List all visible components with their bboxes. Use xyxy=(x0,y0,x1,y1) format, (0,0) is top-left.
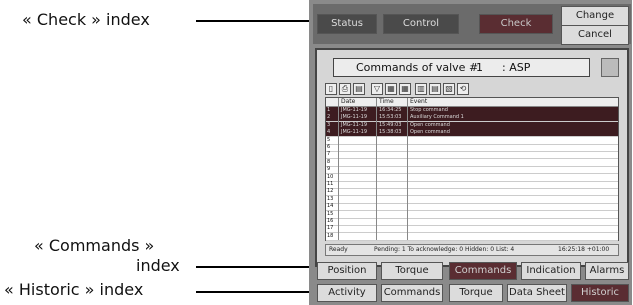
row-number: 5 xyxy=(327,136,331,143)
row-number: 16 xyxy=(327,218,334,224)
status-ready: Ready xyxy=(329,246,348,253)
grid-divider xyxy=(407,98,408,240)
grid-icon[interactable]: ▦ xyxy=(399,83,411,95)
tab-data-sheet[interactable]: Data Sheet xyxy=(507,284,567,302)
row-number: 4 xyxy=(327,129,331,136)
row-number: 7 xyxy=(327,151,331,158)
row-number: 1 xyxy=(327,107,331,113)
valve-tag: : ASP xyxy=(502,61,531,74)
refresh-icon[interactable]: ⟲ xyxy=(457,83,469,95)
cell-time: 15:38:03 xyxy=(379,129,402,136)
col-event: Event xyxy=(410,98,428,105)
cell-event: Auxiliary Command 1 xyxy=(410,114,464,121)
commands-grid: Date Time Event 1 JMG-11-19 16:34:25 Stop c… xyxy=(325,97,619,241)
status-bar: Ready Pending: 1 To acknowledge: 0 Hidde… xyxy=(325,244,619,256)
top-tab-bar: Status Control Check Change Cancel xyxy=(313,4,631,45)
row-number: 8 xyxy=(327,158,331,165)
grid-header: Date Time Event xyxy=(326,98,618,107)
tab-alarms[interactable]: Alarms xyxy=(585,262,629,280)
print-icon[interactable]: ⎙ xyxy=(339,83,351,95)
status-pending: Pending: 1 To acknowledge: 0 Hidden: 0 L… xyxy=(374,246,515,253)
cell-event: Open command xyxy=(410,121,450,128)
change-button[interactable]: Change xyxy=(561,6,629,26)
col-time: Time xyxy=(379,98,394,105)
commands-title-box: Commands of valve # 1 : ASP xyxy=(333,58,590,77)
row-number: 17 xyxy=(327,225,334,232)
cell-time: 15:49:03 xyxy=(379,121,402,128)
row-number: 12 xyxy=(327,188,334,195)
row-number: 14 xyxy=(327,203,334,210)
cell-event: Open command xyxy=(410,129,450,136)
row-number: 10 xyxy=(327,173,334,180)
grid-divider xyxy=(376,98,377,240)
cell-date: JMG-11-19 xyxy=(341,114,367,121)
table-icon[interactable]: ▦ xyxy=(385,83,397,95)
tab-torque[interactable]: Torque xyxy=(381,262,443,280)
valve-number: 1 xyxy=(476,61,483,74)
chart-icon[interactable]: ▧ xyxy=(443,83,455,95)
historic-index-annotation: « Historic » index xyxy=(4,280,144,299)
cell-date: JMG-11-19 xyxy=(341,129,367,136)
tab-historic[interactable]: Historic xyxy=(571,284,629,302)
cell-date: JMG-11-19 xyxy=(341,121,367,128)
row-number: 9 xyxy=(327,166,331,173)
row-number: 18 xyxy=(327,232,334,239)
columns-icon[interactable]: ▥ xyxy=(415,83,427,95)
row-number: 13 xyxy=(327,195,334,202)
device-panel: Status Control Check Change Cancel Comma… xyxy=(309,0,632,305)
cell-event: Stop command xyxy=(410,107,448,113)
tab-position[interactable]: Position xyxy=(317,262,377,280)
commands-index-annotation-line1: « Commands » xyxy=(34,236,155,255)
filter-icon[interactable]: ▽ xyxy=(371,83,383,95)
cancel-button[interactable]: Cancel xyxy=(561,25,629,45)
status-time: 16:25:18 +01:00 xyxy=(558,246,610,253)
col-date: Date xyxy=(341,98,356,105)
export-icon[interactable]: ▤ xyxy=(429,83,441,95)
tab-commands-bottom[interactable]: Commands xyxy=(381,284,443,302)
grid-divider xyxy=(338,98,339,240)
tab-commands[interactable]: Commands xyxy=(449,262,517,280)
commands-index-annotation-line2: index xyxy=(136,256,180,275)
commands-screen: Commands of valve # 1 : ASP ▯ ⎙ ▤ ▽ ▦ ▦ … xyxy=(315,48,629,267)
document-icon[interactable]: ▯ xyxy=(325,83,337,95)
tab-indication[interactable]: Indication xyxy=(521,262,581,280)
row-number: 11 xyxy=(327,181,334,187)
save-icon[interactable]: ▤ xyxy=(353,83,365,95)
cell-time: 16:34:25 xyxy=(379,107,402,113)
tab-torque-bottom[interactable]: Torque xyxy=(449,284,503,302)
row-number: 2 xyxy=(327,114,331,121)
commands-title-label: Commands of valve # xyxy=(356,61,479,74)
cell-date: JMG-11-19 xyxy=(341,107,367,113)
row-number: 6 xyxy=(327,144,331,150)
row-number: 3 xyxy=(327,121,331,128)
table-row[interactable]: 18 xyxy=(326,233,618,241)
check-index-annotation: « Check » index xyxy=(22,10,150,29)
lock-icon[interactable] xyxy=(601,58,619,77)
tab-status[interactable]: Status xyxy=(317,14,377,34)
tab-control[interactable]: Control xyxy=(383,14,459,34)
cell-time: 15:53:03 xyxy=(379,114,402,121)
tab-activity[interactable]: Activity xyxy=(317,284,377,302)
tab-check[interactable]: Check xyxy=(479,14,553,34)
row-number: 15 xyxy=(327,210,334,217)
grid-toolbar: ▯ ⎙ ▤ ▽ ▦ ▦ ▥ ▤ ▧ ⟲ xyxy=(325,82,615,96)
